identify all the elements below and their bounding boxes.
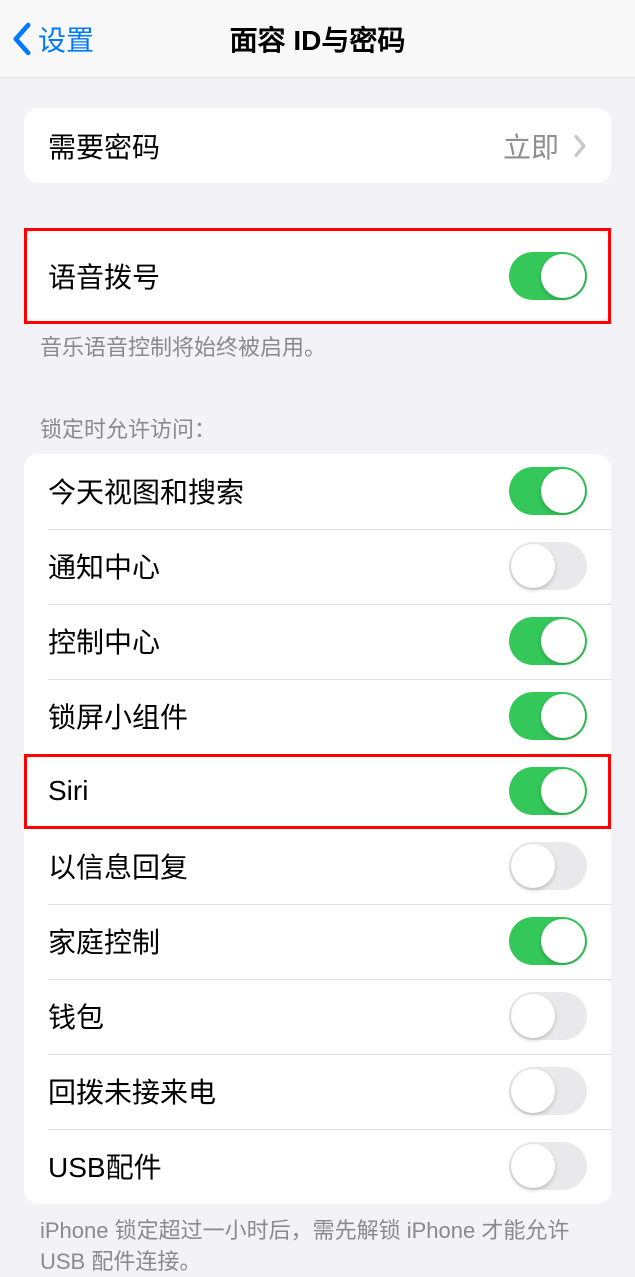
require-passcode-row[interactable]: 需要密码 立即 — [24, 108, 611, 183]
lock-access-row: USB配件 — [24, 1129, 611, 1204]
lock-access-row: Siri — [24, 754, 611, 829]
back-button[interactable]: 设置 — [12, 19, 94, 59]
lock-access-item-label: 通知中心 — [48, 546, 160, 586]
lock-access-switch[interactable] — [509, 1067, 587, 1115]
lock-access-row: 锁屏小组件 — [24, 679, 611, 754]
lock-access-item-label: 以信息回复 — [48, 846, 188, 886]
voice-dial-footer: 音乐语音控制将始终被启用。 — [0, 321, 635, 364]
switch-knob — [541, 469, 585, 513]
lock-access-switch[interactable] — [509, 467, 587, 515]
lock-access-switch[interactable] — [509, 692, 587, 740]
switch-knob — [511, 1144, 555, 1188]
lock-access-row: 今天视图和搜索 — [24, 454, 611, 529]
require-passcode-detail: 立即 — [503, 126, 587, 166]
switch-knob — [511, 994, 555, 1038]
page-title: 面容 ID与密码 — [0, 19, 635, 59]
require-passcode-label: 需要密码 — [48, 126, 160, 166]
switch-knob — [511, 844, 555, 888]
switch-knob — [541, 694, 585, 738]
lock-access-item-label: 控制中心 — [48, 621, 160, 661]
switch-knob — [541, 619, 585, 663]
voice-dial-switch[interactable] — [509, 252, 587, 300]
navigation-bar: 设置 面容 ID与密码 — [0, 0, 635, 78]
chevron-left-icon — [12, 22, 32, 56]
switch-knob — [511, 1069, 555, 1113]
lock-access-item-label: 钱包 — [48, 996, 104, 1036]
lock-access-row: 以信息回复 — [24, 829, 611, 904]
require-passcode-value: 立即 — [503, 126, 559, 166]
lock-access-switch[interactable] — [509, 767, 587, 815]
lock-access-item-label: USB配件 — [48, 1146, 162, 1186]
lock-access-row: 钱包 — [24, 979, 611, 1054]
lock-access-row: 控制中心 — [24, 604, 611, 679]
lock-access-item-label: 锁屏小组件 — [48, 696, 188, 736]
lock-access-list: 今天视图和搜索通知中心控制中心锁屏小组件 Siri 以信息回复家庭控制钱包回拨未接来… — [24, 454, 611, 1204]
lock-access-switch[interactable] — [509, 617, 587, 665]
lock-access-item-label: Siri — [48, 775, 88, 807]
lock-access-footer: iPhone 锁定超过一小时后，需先解锁 iPhone 才能允许USB 配件连接… — [0, 1204, 635, 1277]
chevron-right-icon — [573, 134, 587, 158]
lock-access-switch[interactable] — [509, 542, 587, 590]
switch-knob — [511, 544, 555, 588]
switch-knob — [541, 254, 585, 298]
lock-access-item-label: 家庭控制 — [48, 921, 160, 961]
voice-dial-label: 语音拨号 — [48, 256, 160, 296]
back-label: 设置 — [38, 19, 94, 59]
lock-access-switch[interactable] — [509, 842, 587, 890]
lock-access-row: 通知中心 — [24, 529, 611, 604]
lock-access-row: 家庭控制 — [24, 904, 611, 979]
lock-access-item-label: 今天视图和搜索 — [48, 471, 244, 511]
lock-access-header: 锁定时允许访问： — [0, 412, 635, 454]
voice-dial-row: 语音拨号 — [24, 231, 611, 321]
switch-knob — [541, 769, 585, 813]
lock-access-switch[interactable] — [509, 992, 587, 1040]
lock-access-switch[interactable] — [509, 1142, 587, 1190]
lock-access-row: 回拨未接来电 — [24, 1054, 611, 1129]
lock-access-item-label: 回拨未接来电 — [48, 1071, 216, 1111]
switch-knob — [541, 919, 585, 963]
lock-access-switch[interactable] — [509, 917, 587, 965]
